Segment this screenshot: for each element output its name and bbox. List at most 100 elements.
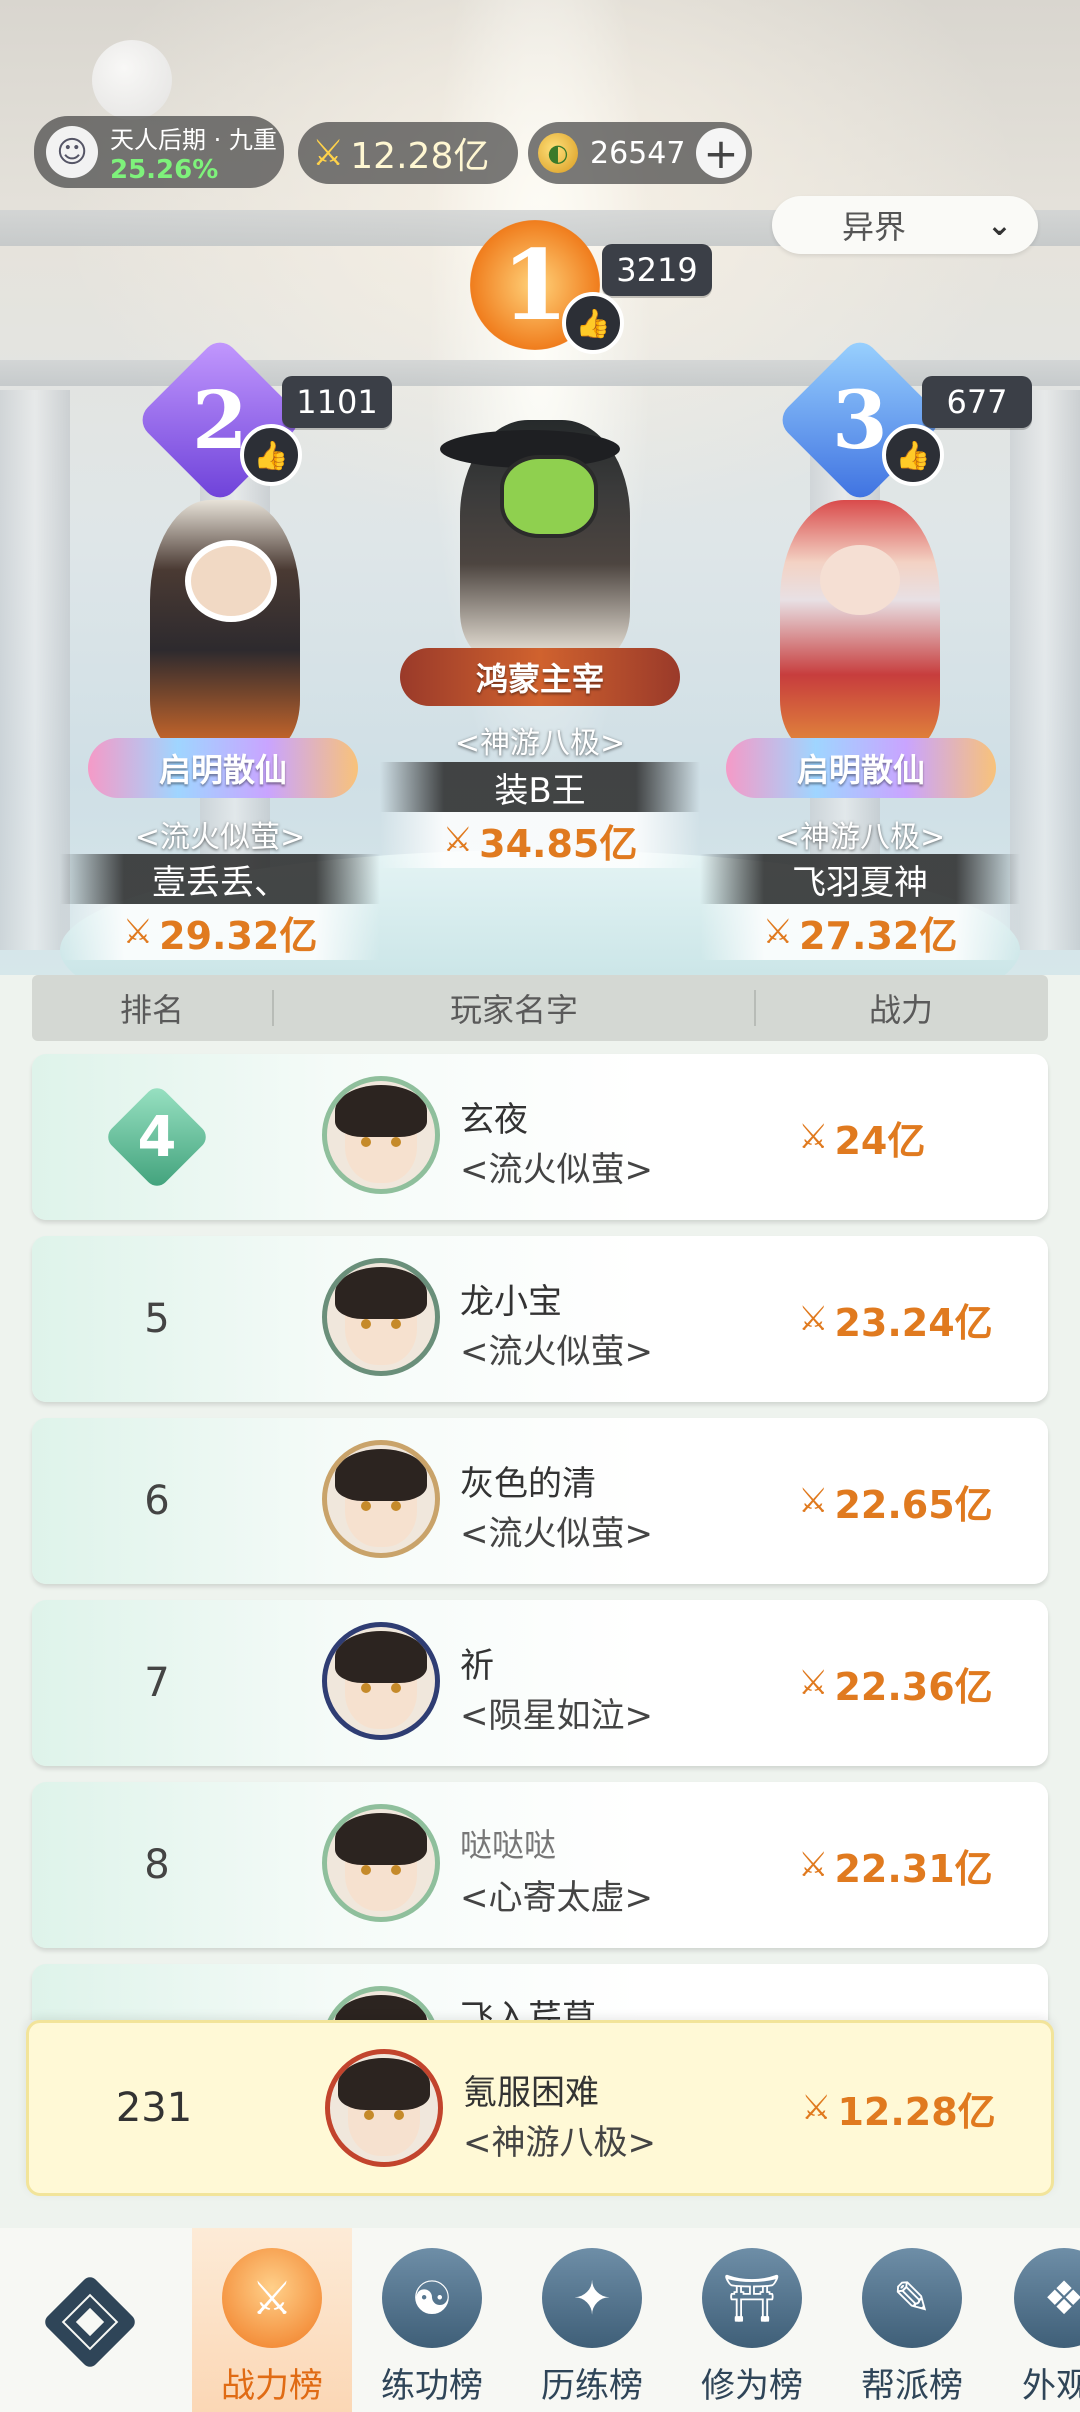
- table-row[interactable]: 6 灰色的清 <流火似萤> ⚔ 22.65亿: [32, 1418, 1048, 1584]
- player-power: ⚔ 22.65亿: [798, 1481, 993, 1527]
- avatar[interactable]: [322, 1440, 440, 1558]
- character-head: [185, 540, 277, 622]
- player-avatar-icon: ☺: [46, 126, 98, 178]
- player-character-2[interactable]: [150, 500, 300, 750]
- player-power: ⚔ 22.36亿: [798, 1663, 993, 1709]
- player-guild: <流火似萤>: [460, 1332, 653, 1372]
- crossed-swords-icon: ⚔: [442, 820, 474, 860]
- tab-trial-ranking[interactable]: ✦ 历练榜: [512, 2228, 672, 2412]
- outfit-icon: ❖: [1014, 2248, 1080, 2348]
- table-row[interactable]: 8 哒哒哒 <心寄太虚> ⚔ 22.31亿: [32, 1782, 1048, 1948]
- rank-cell: 5: [144, 1296, 170, 1342]
- player-power: ⚔ 24亿: [798, 1117, 926, 1163]
- rank-cell: 8: [144, 1842, 170, 1888]
- tab-appearance-ranking[interactable]: ❖ 外观: [992, 2228, 1080, 2412]
- player-name[interactable]: 飞羽夏神: [700, 854, 1020, 904]
- crossed-swords-icon: ⚔: [798, 1845, 829, 1885]
- player-title-banner: 鸿蒙主宰: [400, 648, 680, 706]
- chevron-down-icon: ⌄: [986, 207, 1012, 243]
- pillar: [1010, 390, 1080, 950]
- avatar[interactable]: [322, 1076, 440, 1194]
- scroll-icon: ✎: [862, 2248, 962, 2348]
- avatar[interactable]: [322, 1804, 440, 1922]
- avatar[interactable]: [322, 1986, 440, 2020]
- menu-knot-icon[interactable]: [30, 2262, 150, 2382]
- player-power: ⚔ 23.24亿: [798, 1299, 993, 1345]
- currency-display: ◐ 26547 +: [528, 122, 752, 184]
- crossed-swords-icon: ⚔: [798, 1299, 829, 1339]
- player-name: 祈: [460, 1646, 494, 1686]
- rank-cell: 231: [115, 2085, 193, 2131]
- crossed-swords-icon: ⚔: [798, 1481, 829, 1521]
- table-row[interactable]: 飞入芹草: [32, 1964, 1048, 2020]
- my-rank-row[interactable]: 231 氪服困难 <神游八极> ⚔ 12.28亿: [26, 2020, 1054, 2196]
- realm-progress: 25.26%: [110, 154, 219, 185]
- tab-guild-ranking[interactable]: ✎ 帮派榜: [832, 2228, 992, 2412]
- realm-status[interactable]: ☺ 天人后期 · 九重 25.26%: [34, 116, 284, 188]
- crossed-swords-icon: ⚔: [801, 2088, 832, 2128]
- player-guild: <神游八极>: [774, 820, 946, 855]
- header-name: 玩家名字: [449, 991, 578, 1029]
- rank-4-badge: 4: [103, 1083, 211, 1191]
- avatar[interactable]: [325, 2049, 443, 2167]
- ranking-list[interactable]: 4 玄夜 <流火似萤> ⚔ 24亿 5 龙小宝 <流火似萤> ⚔ 23.24亿 6 …: [0, 1050, 1080, 2020]
- header-rank: 排名: [119, 991, 184, 1029]
- moon-orb: [92, 40, 172, 120]
- ranking-list-header: 排名 玩家名字 战力: [32, 975, 1048, 1041]
- hat-icon: ⛩: [702, 2248, 802, 2348]
- crossed-swords-icon: ⚔: [312, 132, 345, 174]
- player-guild: <心寄太虚>: [460, 1878, 653, 1918]
- realm-filter-value: 异界: [842, 208, 907, 246]
- like-count-badge: 677: [922, 376, 1032, 428]
- player-name: 灰色的清: [460, 1464, 596, 1504]
- table-row[interactable]: 7 祈 <陨星如泣> ⚔ 22.36亿: [32, 1600, 1048, 1766]
- crossed-swords-icon: ⚔: [798, 1117, 829, 1157]
- rank-cell: 4: [32, 1054, 282, 1220]
- thumbs-up-icon[interactable]: 👍: [882, 424, 944, 486]
- table-row[interactable]: 5 龙小宝 <流火似萤> ⚔ 23.24亿: [32, 1236, 1048, 1402]
- power-display: ⚔ 12.28亿: [298, 122, 518, 184]
- player-guild: <流火似萤>: [134, 820, 306, 855]
- thumbs-up-icon[interactable]: 👍: [240, 424, 302, 486]
- crossed-swords-icon: ⚔: [762, 912, 794, 952]
- player-character-3[interactable]: [780, 500, 940, 750]
- player-name: 氪服困难: [463, 2073, 599, 2113]
- rank-cell: 7: [144, 1660, 170, 1706]
- player-power: ⚔ 22.31亿: [798, 1845, 993, 1891]
- crossed-swords-icon: ⚔: [222, 2248, 322, 2348]
- avatar[interactable]: [322, 1622, 440, 1740]
- crossed-swords-icon: ⚔: [122, 912, 154, 952]
- player-name[interactable]: 装B王: [380, 762, 700, 812]
- header-power: 战力: [868, 991, 933, 1029]
- tab-cultivation-ranking[interactable]: ⛩ 修为榜: [672, 2228, 832, 2412]
- player-name: 哒哒哒: [460, 1826, 557, 1864]
- player-name: 玄夜: [460, 1100, 528, 1140]
- crossed-swords-icon: ⚔: [798, 1663, 829, 1703]
- player-power: ⚔ 29.32亿: [60, 904, 380, 960]
- rank-cell: 6: [144, 1478, 170, 1524]
- character-head: [820, 545, 900, 615]
- player-guild: <流火似萤>: [460, 1514, 653, 1554]
- avatar[interactable]: [322, 1258, 440, 1376]
- player-power: ⚔ 27.32亿: [700, 904, 1020, 960]
- player-name: 飞入芹草: [460, 1998, 596, 2020]
- tab-training-ranking[interactable]: ☯ 练功榜: [352, 2228, 512, 2412]
- table-row[interactable]: 4 玄夜 <流火似萤> ⚔ 24亿: [32, 1054, 1048, 1220]
- player-title-banner: 启明散仙: [726, 738, 996, 798]
- like-count-badge: 3219: [602, 244, 712, 296]
- player-guild: <神游八极>: [463, 2123, 656, 2163]
- realm-filter-dropdown[interactable]: 异界 ⌄: [772, 196, 1038, 254]
- tab-power-ranking[interactable]: ⚔ 战力榜: [192, 2228, 352, 2412]
- yin-yang-icon: ☯: [382, 2248, 482, 2348]
- like-count-badge: 1101: [282, 376, 392, 428]
- character-mask: [500, 455, 598, 538]
- player-power: ⚔ 12.28亿: [801, 2088, 996, 2134]
- roof-beam: [0, 360, 1080, 386]
- player-name[interactable]: 壹丢丢、: [60, 854, 380, 904]
- realm-level: 天人后期 · 九重: [110, 125, 277, 154]
- bottom-navigation: ⚔ 战力榜 ☯ 练功榜 ✦ 历练榜 ⛩ 修为榜 ✎ 帮派榜 ❖ 外观: [0, 2228, 1080, 2412]
- thumbs-up-icon[interactable]: 👍: [562, 292, 624, 354]
- add-currency-button[interactable]: +: [696, 128, 746, 178]
- player-title-banner: 启明散仙: [88, 738, 358, 798]
- shuriken-icon: ✦: [542, 2248, 642, 2348]
